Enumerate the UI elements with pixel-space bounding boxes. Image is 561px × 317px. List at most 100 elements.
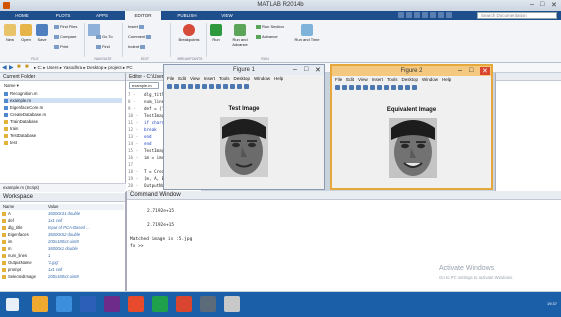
list-item[interactable]: TestDatabase (4, 133, 36, 138)
search-input[interactable]: Search Documentation (477, 12, 557, 19)
tab-view[interactable]: VIEW (214, 11, 240, 20)
find-files-button[interactable]: Find Files (54, 24, 77, 29)
go-to-button[interactable]: Go To (96, 34, 113, 39)
close-icon[interactable]: ✕ (315, 66, 321, 74)
menu-edit[interactable]: Edit (346, 77, 354, 82)
app-icon[interactable] (224, 296, 240, 312)
save-icon[interactable] (398, 12, 404, 18)
pointer-icon[interactable] (363, 85, 368, 90)
cut-icon[interactable] (406, 12, 412, 18)
comment-button[interactable]: Comment (128, 34, 152, 39)
colorbar-icon[interactable] (244, 84, 249, 89)
list-item[interactable]: TrainDatabase (4, 119, 38, 124)
tab-home[interactable]: HOME (6, 11, 38, 20)
table-row[interactable]: m 36000x1 double (0, 246, 124, 252)
find-button[interactable]: Find (96, 44, 110, 49)
pan-icon[interactable] (216, 84, 221, 89)
menu-view[interactable]: View (190, 76, 200, 81)
app-icon[interactable] (200, 296, 216, 312)
list-item[interactable]: example.m (4, 98, 122, 103)
internet-explorer-icon[interactable] (56, 296, 72, 312)
pointer-icon[interactable] (195, 84, 200, 89)
close-icon[interactable]: ✕ (480, 67, 490, 75)
app-icon[interactable] (176, 296, 192, 312)
tab-publish[interactable]: PUBLISH (170, 11, 204, 20)
open-icon[interactable] (174, 84, 179, 89)
menu-insert[interactable]: Insert (204, 76, 215, 81)
table-row[interactable]: OutputName '1.jpg' (0, 260, 124, 266)
table-row[interactable]: dlg_title Input of PCA-Based ... (0, 225, 124, 231)
save-button[interactable]: Save (35, 24, 49, 42)
pan-icon[interactable] (384, 85, 389, 90)
command-prompt[interactable]: fx >> (130, 244, 144, 249)
menu-insert[interactable]: Insert (372, 77, 383, 82)
taskbar-clock[interactable]: 19:37 (547, 301, 557, 306)
windows-start-icon[interactable] (6, 298, 19, 311)
list-item[interactable]: test (4, 140, 17, 145)
zoom-in-icon[interactable] (202, 84, 207, 89)
undo-icon[interactable] (430, 12, 436, 18)
compare-button[interactable]: Compare (54, 34, 76, 39)
zoom-out-icon[interactable] (377, 85, 382, 90)
forward-icon[interactable]: ▶ (9, 64, 14, 71)
word-icon[interactable] (80, 296, 96, 312)
maximize-icon[interactable]: □ (304, 66, 308, 73)
table-row[interactable]: im 200x180x3 uint8 (0, 239, 124, 245)
menu-help[interactable]: Help (442, 77, 451, 82)
up-folder-icon[interactable]: ■ (17, 64, 21, 70)
menu-edit[interactable]: Edit (178, 76, 186, 81)
tab-editor[interactable]: EDITOR (125, 11, 161, 20)
maximize-icon[interactable]: □ (540, 1, 544, 8)
help-icon[interactable] (446, 12, 452, 18)
tab-apps[interactable]: APPS (88, 11, 116, 20)
print-button[interactable]: Print (54, 44, 68, 49)
data-cursor-icon[interactable] (398, 85, 403, 90)
table-row[interactable]: Eigenfaces 36000x52 double (0, 232, 124, 238)
menu-view[interactable]: View (358, 77, 368, 82)
back-icon[interactable]: ◀ (2, 64, 7, 71)
save-icon[interactable] (349, 85, 354, 90)
table-row[interactable]: num_lines 1 (0, 253, 124, 259)
advance-button[interactable]: Advance (256, 34, 278, 39)
menu-file[interactable]: File (335, 77, 342, 82)
open-icon[interactable] (342, 85, 347, 90)
list-item[interactable]: Recognition.m (4, 91, 37, 96)
menu-window[interactable]: Window (422, 77, 438, 82)
run-and-time-button[interactable]: Run and Time (294, 24, 320, 42)
rotate-icon[interactable] (391, 85, 396, 90)
new-figure-icon[interactable] (167, 84, 172, 89)
list-item[interactable]: CreateDatabase.m (4, 112, 46, 117)
tab-plots[interactable]: PLOTS (48, 11, 78, 20)
colorbar-icon[interactable] (412, 85, 417, 90)
print-icon[interactable] (188, 84, 193, 89)
data-cursor-icon[interactable] (230, 84, 235, 89)
column-header-name[interactable]: Name (3, 204, 14, 209)
zoom-out-icon[interactable] (209, 84, 214, 89)
menu-tools[interactable]: Tools (387, 77, 398, 82)
menu-desktop[interactable]: Desktop (234, 76, 251, 81)
list-item[interactable]: EigenfaceCore.m (4, 105, 43, 110)
brush-icon[interactable] (237, 84, 242, 89)
column-header-name[interactable]: Name ▾ (4, 83, 19, 89)
app-icon[interactable] (152, 296, 168, 312)
menu-window[interactable]: Window (254, 76, 270, 81)
brush-icon[interactable] (405, 85, 410, 90)
rotate-icon[interactable] (223, 84, 228, 89)
zoom-in-icon[interactable] (370, 85, 375, 90)
folder-path[interactable]: ▸ C: ▸ Users ▸ Yasodhra ▸ Desktop ▸ proj… (34, 65, 133, 71)
tab-example-m[interactable]: example.m (129, 82, 159, 89)
new-figure-icon[interactable] (335, 85, 340, 90)
print-icon[interactable] (356, 85, 361, 90)
column-header-value[interactable]: Value (48, 204, 58, 209)
close-icon[interactable]: ✕ (551, 1, 557, 9)
run-section-button[interactable]: Run Section (256, 24, 284, 29)
maximize-icon[interactable]: □ (469, 67, 473, 74)
copy-icon[interactable] (414, 12, 420, 18)
minimize-icon[interactable]: – (530, 1, 534, 8)
save-icon[interactable] (181, 84, 186, 89)
file-explorer-icon[interactable] (32, 296, 48, 312)
browse-folder-icon[interactable]: ■ (25, 64, 29, 70)
new-button[interactable]: New (3, 24, 17, 42)
menu-file[interactable]: File (167, 76, 174, 81)
minimize-icon[interactable]: – (458, 67, 462, 74)
